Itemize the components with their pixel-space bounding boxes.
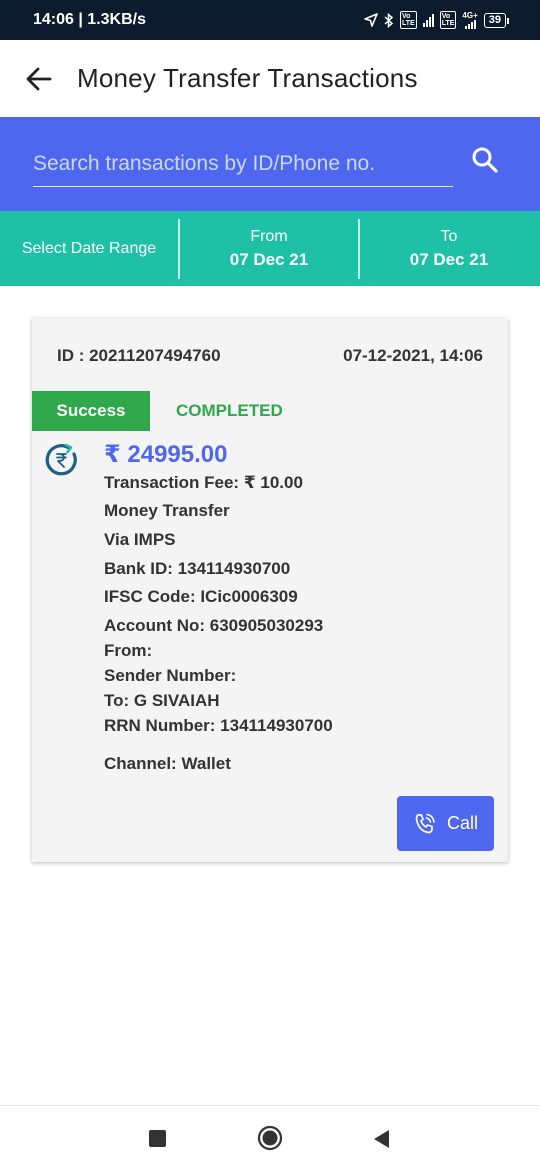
from-date-value: 07 Dec 21 — [229, 249, 309, 269]
recent-apps-button[interactable] — [149, 1130, 166, 1147]
from-field: From: — [104, 640, 153, 660]
back-nav-button[interactable] — [371, 1128, 391, 1150]
bank-id: Bank ID: 134114930700 — [104, 558, 291, 578]
to-date-picker[interactable]: To 07 Dec 21 — [360, 219, 538, 279]
call-button-label: Call — [446, 813, 478, 833]
battery-icon: 39 — [483, 12, 510, 28]
transaction-details: ₹ 24995.00 Transaction Fee: ₹ 10.00 Mone… — [104, 440, 333, 777]
transaction-amount: ₹ 24995.00 — [104, 441, 228, 468]
select-date-range-label: Select Date Range — [21, 239, 157, 257]
rrn-number: RRN Number: 134114930700 — [104, 715, 333, 735]
system-nav-bar — [0, 1105, 540, 1170]
status-time: 14:06 | 1.3KB/s — [33, 11, 146, 28]
search-icon[interactable] — [470, 145, 500, 175]
select-date-range[interactable]: Select Date Range — [0, 219, 178, 279]
recipient: To: G SIVAIAH — [104, 690, 220, 710]
card-header: ID : 20211207494760 07-12-2021, 14:06 — [57, 346, 483, 366]
signal-icon — [422, 13, 434, 27]
channel: Channel: Wallet — [104, 754, 231, 774]
phone-call-icon — [415, 813, 435, 833]
account-number: Account No: 630905030293 — [104, 615, 324, 635]
transaction-id: ID : 20211207494760 — [57, 346, 221, 365]
transaction-datetime: 07-12-2021, 14:06 — [343, 346, 483, 365]
from-date-picker[interactable]: From 07 Dec 21 — [180, 219, 358, 279]
arrow-left-icon — [26, 67, 52, 90]
transaction-fee: Transaction Fee: ₹ 10.00 — [104, 472, 303, 492]
volte-icon-2: Vo LTE — [439, 11, 457, 29]
from-label: From — [250, 227, 288, 245]
bluetooth-icon — [384, 12, 394, 28]
page-title: Money Transfer Transactions — [77, 63, 418, 93]
transfer-via: Via IMPS — [104, 529, 176, 549]
rupee-refresh-icon — [45, 443, 77, 476]
to-date-value: 07 Dec 21 — [409, 249, 489, 269]
network-4g-icon: 4G+ — [462, 11, 478, 29]
back-button[interactable] — [20, 60, 58, 98]
app-bar: Money Transfer Transactions — [0, 40, 540, 117]
status-text: COMPLETED — [176, 401, 283, 420]
date-range-bar: Select Date Range From 07 Dec 21 To 07 D… — [0, 211, 540, 286]
sender-number: Sender Number: — [104, 665, 237, 685]
status-badge: Success — [32, 391, 150, 431]
call-button[interactable]: Call — [397, 796, 494, 851]
status-icons: Vo LTE Vo LTE 4G+ 39 — [364, 11, 510, 29]
to-label: To — [440, 227, 458, 245]
status-row: Success COMPLETED — [32, 391, 283, 431]
location-icon — [364, 13, 378, 27]
ifsc-code: IFSC Code: ICic0006309 — [104, 587, 298, 607]
transaction-card: ID : 20211207494760 07-12-2021, 14:06 Su… — [32, 318, 508, 862]
status-bar: 14:06 | 1.3KB/s Vo LTE Vo LTE 4G+ 39 — [0, 0, 540, 40]
volte-icon: Vo LTE — [400, 11, 417, 29]
transaction-type: Money Transfer — [104, 501, 230, 521]
search-bar — [0, 117, 540, 211]
home-button[interactable] — [257, 1125, 283, 1151]
search-input[interactable] — [33, 147, 453, 187]
